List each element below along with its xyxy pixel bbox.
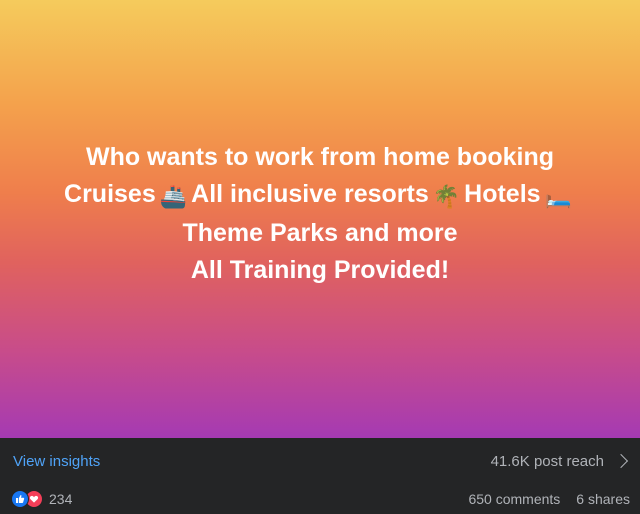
hotels-text: Hotels — [464, 180, 541, 208]
post-reach-button[interactable]: 41.6K post reach — [490, 452, 629, 470]
reactions-count: 234 — [49, 491, 73, 507]
reactions-summary[interactable]: 234 — [11, 490, 72, 508]
bed-emoji: 🛏️ — [544, 184, 572, 209]
post-card: Who wants to work from home booking Crui… — [0, 0, 640, 514]
view-insights-link[interactable]: View insights — [13, 453, 100, 470]
engagement-stats: 234 650 comments 6 shares — [0, 484, 640, 514]
post-text: Who wants to work from home booking Crui… — [20, 139, 620, 289]
shares-count[interactable]: 6 shares — [576, 491, 630, 507]
insights-bar: View insights 41.6K post reach — [0, 438, 640, 484]
post-line-2: Cruises 🚢 All inclusive resorts 🌴 Hotels 🛏️ — [20, 176, 620, 215]
post-line-1: Who wants to work from home booking — [20, 139, 620, 176]
post-reach-label: 41.6K post reach — [490, 452, 604, 470]
post-line-4: All Training Provided! — [190, 256, 450, 284]
palm-tree-emoji: 🌴 — [432, 184, 461, 209]
post-line-1-text: Who wants to work from home booking — [85, 143, 555, 171]
comments-count[interactable]: 650 comments — [468, 491, 560, 507]
resorts-text: All inclusive resorts — [191, 180, 429, 208]
chevron-right-icon — [613, 453, 629, 469]
like-icon — [11, 490, 29, 508]
cruises-text: Cruises — [64, 180, 156, 208]
ship-emoji: 🚢 — [159, 184, 188, 209]
post-line-3: Theme Parks and more — [182, 219, 458, 247]
comment-share-counts: 650 comments 6 shares — [468, 491, 630, 507]
post-background-banner: Who wants to work from home booking Crui… — [0, 0, 640, 438]
